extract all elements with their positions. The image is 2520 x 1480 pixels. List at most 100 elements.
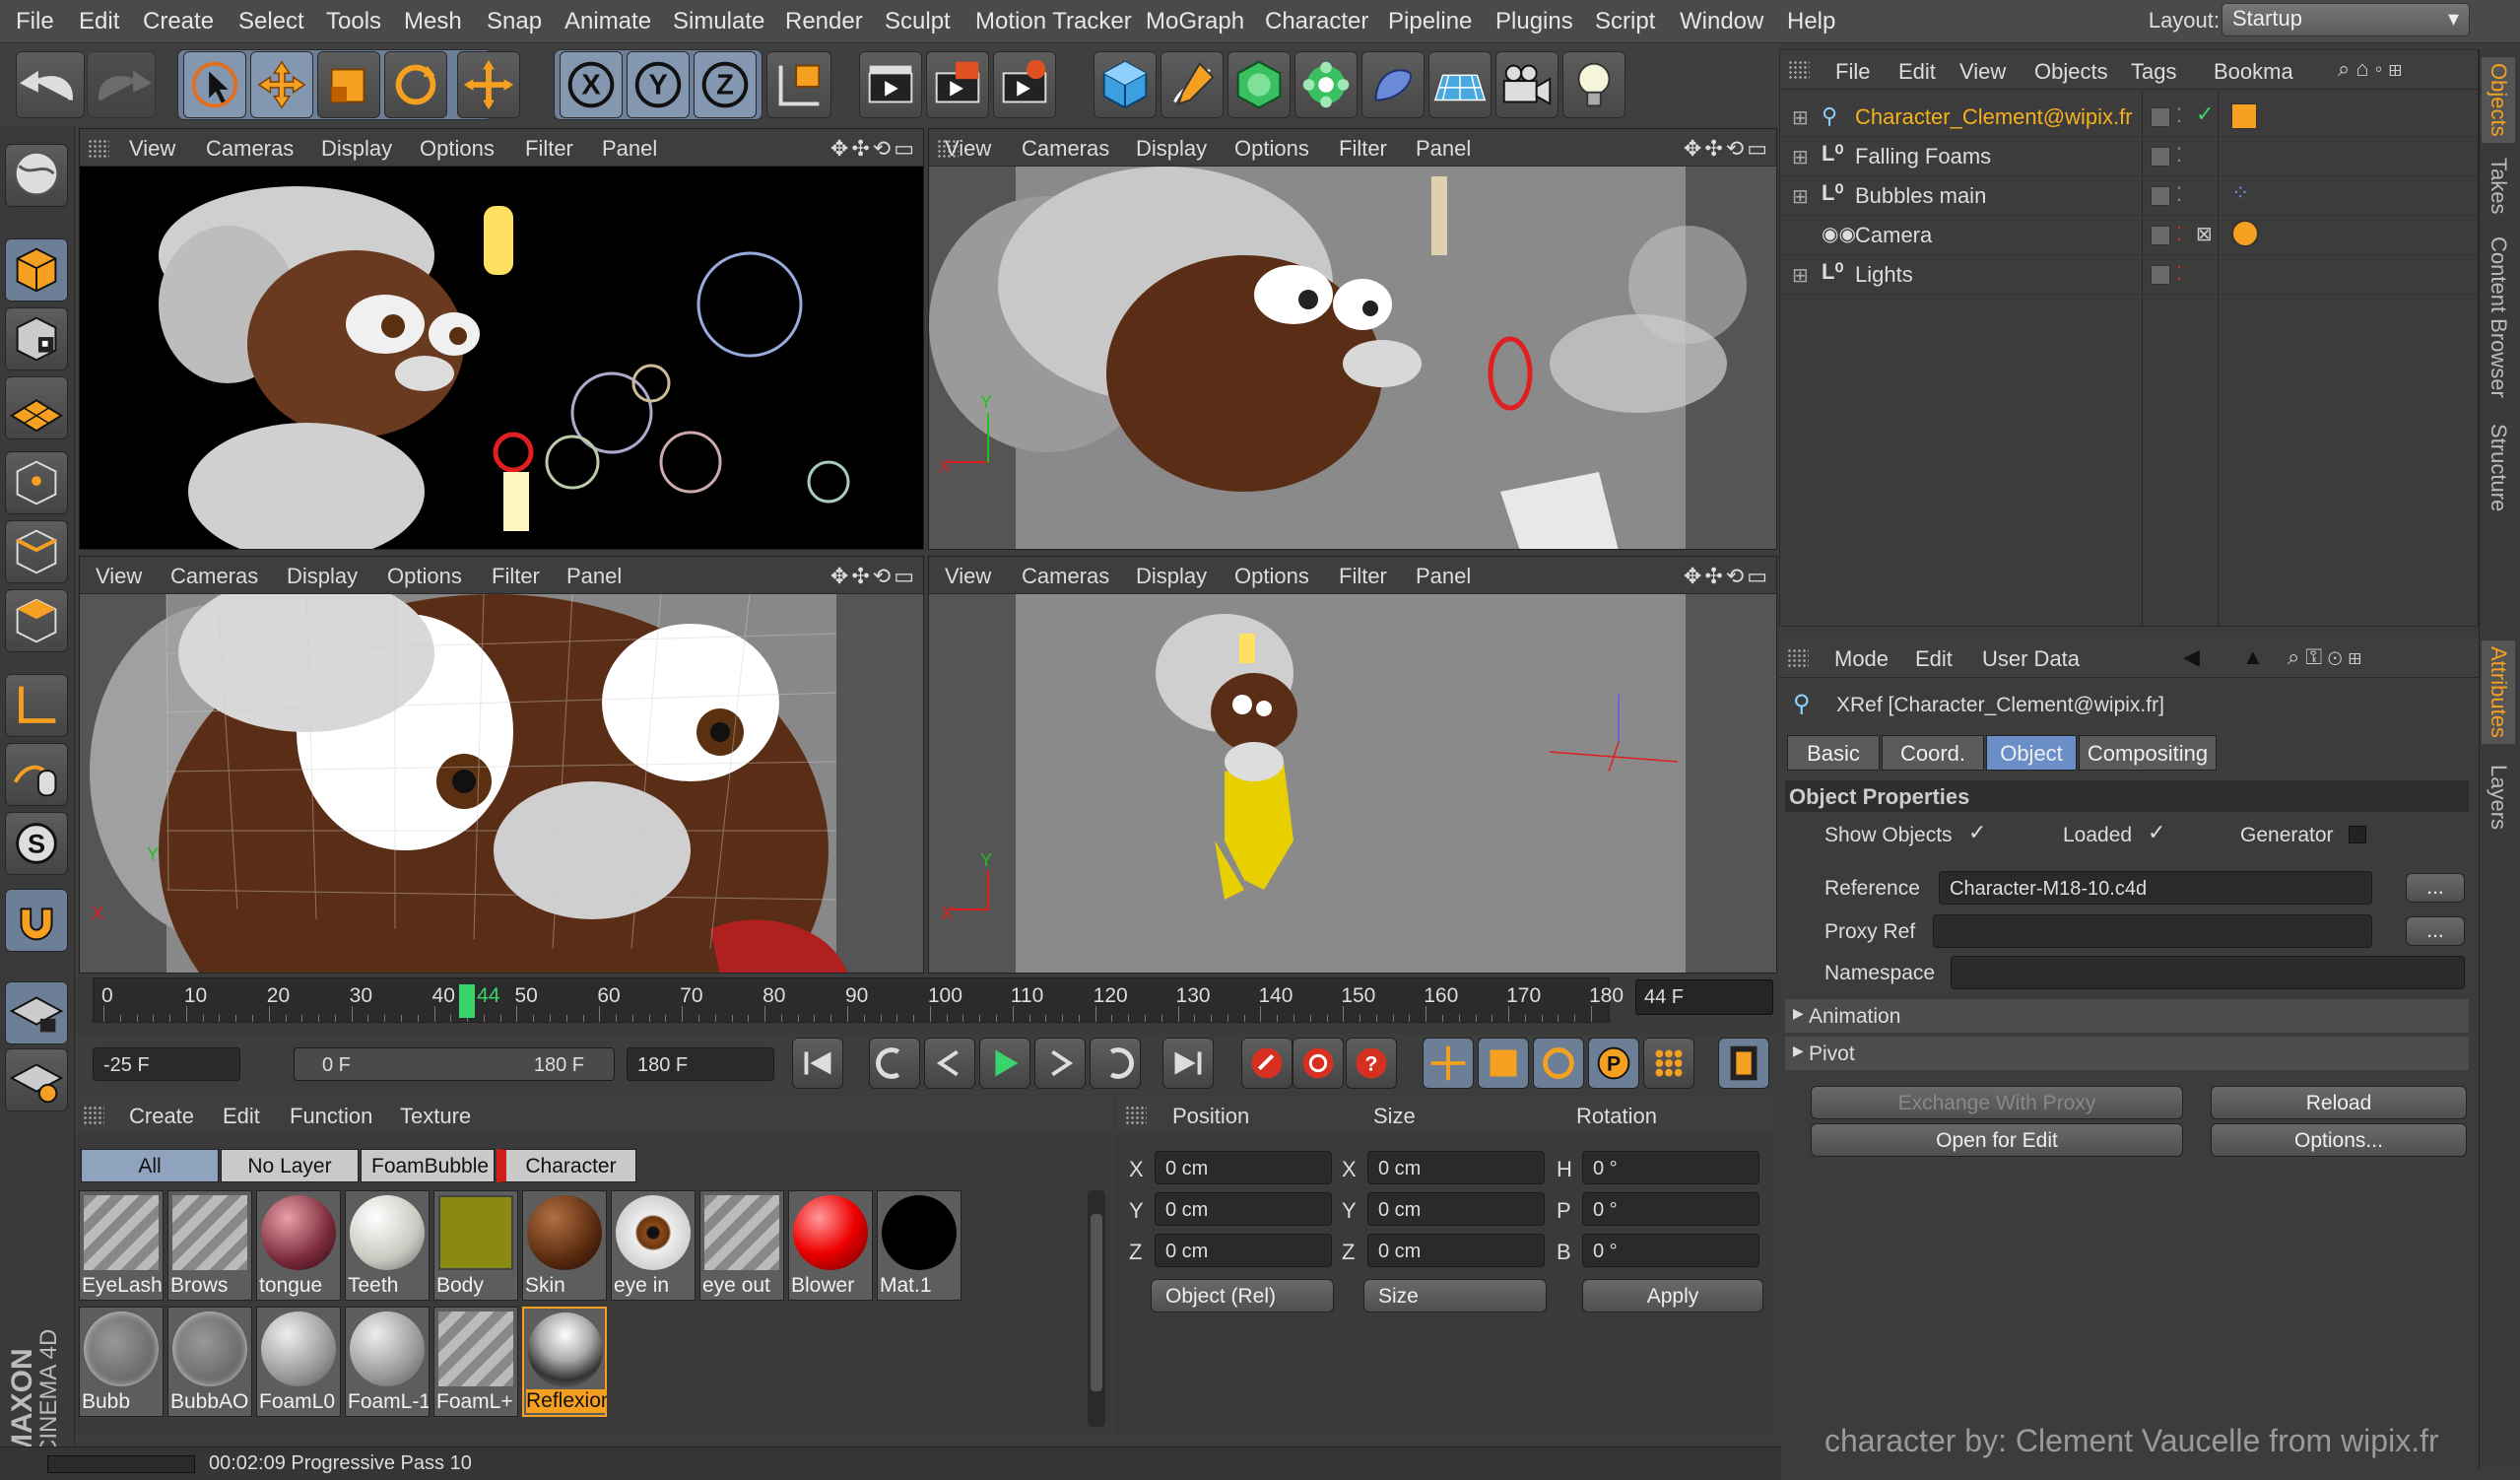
- pos-x-field[interactable]: 0 cm: [1155, 1151, 1332, 1184]
- next-key-button[interactable]: [1090, 1038, 1141, 1089]
- enabled-check-icon[interactable]: ✓: [2196, 101, 2214, 127]
- clapper-tag-icon[interactable]: [2231, 103, 2257, 129]
- material-swatch[interactable]: Blower: [788, 1190, 873, 1301]
- vp-menu-cameras[interactable]: Cameras: [170, 564, 258, 589]
- playhead-marker[interactable]: [459, 984, 476, 1018]
- viewport-nav-icons[interactable]: ✥✣⟲▭: [1684, 136, 1770, 162]
- magnet-icon[interactable]: [5, 889, 68, 952]
- material-swatch[interactable]: Bubb: [79, 1307, 164, 1417]
- visibility-dots-icon[interactable]: ⁚: [2176, 103, 2182, 128]
- menu-animate[interactable]: Animate: [564, 8, 651, 35]
- no-render-tag-icon[interactable]: [2231, 220, 2259, 247]
- render-view-button[interactable]: [859, 51, 922, 118]
- layer-swatch[interactable]: [2151, 226, 2170, 245]
- om-menu-file[interactable]: File: [1835, 59, 1870, 85]
- scale-tool-button[interactable]: [317, 51, 380, 118]
- tab-no-layer[interactable]: No Layer: [221, 1149, 359, 1182]
- expand-icon[interactable]: ⊞: [1792, 263, 1809, 288]
- rot-h-field[interactable]: 0 °: [1582, 1151, 1759, 1184]
- menu-render[interactable]: Render: [785, 8, 863, 35]
- vp-menu-view[interactable]: View: [945, 564, 991, 589]
- size-mode-dropdown[interactable]: Size: [1363, 1279, 1547, 1312]
- mat-menu-function[interactable]: Function: [290, 1104, 372, 1129]
- keyframe-selection-button[interactable]: ?: [1346, 1038, 1397, 1089]
- preview-range-slider[interactable]: 0 F 180 F: [294, 1047, 615, 1081]
- options-button[interactable]: Options...: [2211, 1123, 2467, 1157]
- vp-menu-display[interactable]: Display: [1136, 564, 1207, 589]
- vp-menu-panel[interactable]: Panel: [566, 564, 622, 589]
- drag-handle-icon[interactable]: [1787, 648, 1809, 668]
- vp-menu-panel[interactable]: Panel: [1416, 564, 1471, 589]
- protection-tag-icon[interactable]: ⊠: [2196, 222, 2213, 246]
- redo-button[interactable]: [87, 51, 156, 118]
- tab-coord[interactable]: Coord.: [1882, 735, 1984, 771]
- menu-create[interactable]: Create: [143, 8, 214, 35]
- expand-icon[interactable]: ⊞: [1792, 105, 1809, 130]
- sidetab-objects[interactable]: Objects: [2482, 57, 2515, 143]
- material-swatch[interactable]: eye out: [699, 1190, 784, 1301]
- menu-mograph[interactable]: MoGraph: [1146, 8, 1244, 35]
- vp-menu-filter[interactable]: Filter: [1339, 564, 1387, 589]
- menu-tools[interactable]: Tools: [326, 8, 381, 35]
- tweak-mode-icon[interactable]: [5, 743, 68, 806]
- vp-menu-cameras[interactable]: Cameras: [206, 136, 294, 162]
- sidetab-attributes[interactable]: Attributes: [2482, 640, 2515, 744]
- vp-menu-options[interactable]: Options: [387, 564, 462, 589]
- size-y-field[interactable]: 0 cm: [1367, 1192, 1545, 1226]
- go-to-start-button[interactable]: [792, 1038, 843, 1089]
- vp-menu-filter[interactable]: Filter: [525, 136, 573, 162]
- pen-spline-button[interactable]: [1161, 51, 1224, 118]
- rot-p-field[interactable]: 0 °: [1582, 1192, 1759, 1226]
- object-row[interactable]: ⊞ L⁰ Bubbles main ⁚ ⁘: [1782, 176, 2478, 216]
- proxy-browse-button[interactable]: ...: [2406, 916, 2465, 946]
- polygons-mode-icon[interactable]: [5, 589, 68, 652]
- sidetab-content-browser[interactable]: Content Browser: [2486, 236, 2511, 398]
- camera-button[interactable]: [1495, 51, 1558, 118]
- tab-character[interactable]: Character: [497, 1149, 636, 1182]
- model-mode-icon[interactable]: [5, 238, 68, 302]
- material-swatch[interactable]: FoamL+: [433, 1307, 518, 1417]
- render-picture-viewer-button[interactable]: [926, 51, 989, 118]
- rot-b-field[interactable]: 0 °: [1582, 1234, 1759, 1267]
- min-time-field[interactable]: -25 F: [93, 1047, 240, 1081]
- visibility-dots-icon[interactable]: ⁚: [2176, 222, 2182, 246]
- locked-workplane-icon[interactable]: [5, 981, 68, 1044]
- edges-mode-icon[interactable]: [5, 520, 68, 583]
- attr-menu-mode[interactable]: Mode: [1834, 646, 1889, 672]
- play-button[interactable]: [979, 1038, 1030, 1089]
- material-swatch[interactable]: BubbAO: [167, 1307, 252, 1417]
- menu-pipeline[interactable]: Pipeline: [1388, 8, 1472, 35]
- vp-menu-display[interactable]: Display: [321, 136, 392, 162]
- vp-menu-panel[interactable]: Panel: [602, 136, 657, 162]
- texture-mode-icon[interactable]: [5, 307, 68, 370]
- vp-menu-view[interactable]: View: [96, 564, 142, 589]
- record-active-objects-button[interactable]: [1241, 1038, 1293, 1089]
- workplane-mode-icon[interactable]: [5, 376, 68, 439]
- vp-menu-options[interactable]: Options: [420, 136, 495, 162]
- tab-basic[interactable]: Basic: [1787, 735, 1880, 771]
- vp-menu-cameras[interactable]: Cameras: [1022, 136, 1109, 162]
- tab-object[interactable]: Object: [1986, 735, 2077, 771]
- visibility-dots-icon[interactable]: ⁚: [2176, 143, 2182, 168]
- menu-snap[interactable]: Snap: [487, 8, 542, 35]
- om-search-home-icons[interactable]: ⌕⌂◦⊞: [2338, 56, 2408, 82]
- layer-swatch[interactable]: [2151, 147, 2170, 167]
- timeline-ruler[interactable]: 0 10 20 30 40 44 50 60 70 80 90 100 110 120 130 140 150 1…: [93, 977, 1624, 1023]
- material-swatch-selected[interactable]: Reflexion: [522, 1307, 607, 1417]
- record-point-level-button[interactable]: [1643, 1038, 1694, 1089]
- live-selection-button[interactable]: [457, 51, 520, 118]
- y-axis-lock-button[interactable]: Y: [627, 51, 690, 118]
- material-swatch[interactable]: tongue: [256, 1190, 341, 1301]
- apply-button[interactable]: Apply: [1582, 1279, 1763, 1312]
- current-frame-field[interactable]: 44 F: [1635, 979, 1773, 1015]
- om-menu-view[interactable]: View: [1959, 59, 2006, 85]
- om-menu-bookmarks[interactable]: Bookma: [2214, 59, 2293, 85]
- make-editable-icon[interactable]: [5, 144, 68, 207]
- vp-menu-options[interactable]: Options: [1234, 564, 1309, 589]
- viewport-top[interactable]: View Cameras Display Options Filter Pane…: [928, 128, 1777, 550]
- generator-checkbox[interactable]: [2349, 826, 2366, 843]
- sidetab-structure[interactable]: Structure: [2486, 424, 2511, 511]
- pos-y-field[interactable]: 0 cm: [1155, 1192, 1332, 1226]
- material-swatch[interactable]: Teeth: [345, 1190, 430, 1301]
- tab-foambubble[interactable]: FoamBubble: [361, 1149, 495, 1182]
